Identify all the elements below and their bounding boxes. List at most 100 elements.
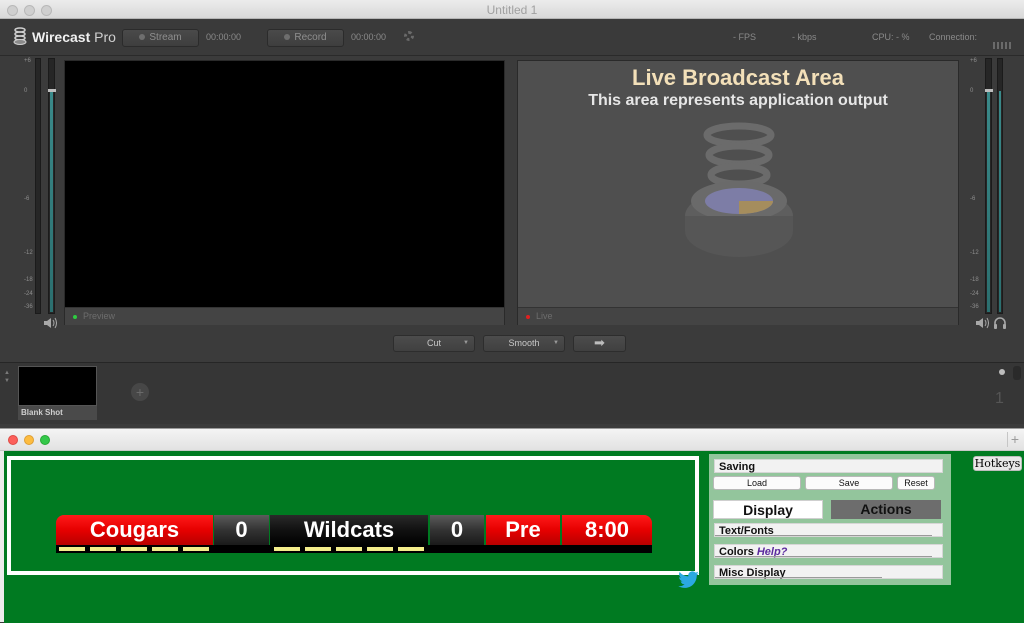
- layer-number: 1: [995, 390, 1004, 407]
- shot-thumbnail[interactable]: [18, 366, 97, 406]
- tab-actions[interactable]: Actions: [831, 500, 941, 519]
- record-button[interactable]: Record: [267, 29, 344, 47]
- app-logo-text: Wirecast Pro: [32, 29, 116, 45]
- home-timeout-indicator: [90, 547, 116, 551]
- home-timeout-indicator: [183, 547, 209, 551]
- wirecast-logo-icon: [13, 27, 27, 45]
- connection-label: Connection:: [929, 32, 978, 42]
- left-scale-label: -18: [24, 277, 33, 283]
- twitter-icon[interactable]: [678, 571, 700, 589]
- speaker-icon[interactable]: [975, 317, 989, 329]
- live-status-dot: [526, 314, 530, 319]
- right-audio-meter-1[interactable]: [985, 58, 993, 314]
- window-title: Untitled 1: [486, 3, 538, 17]
- colors-section[interactable]: Colors Help?: [714, 544, 943, 558]
- speaker-icon[interactable]: [43, 317, 57, 329]
- preview-pane: Preview: [64, 60, 505, 325]
- live-label: Live: [536, 311, 553, 321]
- right-meter-scale: +6 0 -6 -12 -18 -24 -36: [970, 58, 980, 313]
- zoom-window-button[interactable]: [40, 435, 50, 445]
- left-audio-meter-1: [35, 58, 41, 314]
- meter-level: [50, 91, 53, 312]
- shot-label[interactable]: Blank Shot: [18, 406, 97, 420]
- away-timeout-indicator: [398, 547, 424, 551]
- away-timeout-indicator: [367, 547, 393, 551]
- close-window-button[interactable]: [8, 435, 18, 445]
- misc-display-section[interactable]: Misc Display: [714, 565, 943, 579]
- away-timeout-indicator: [305, 547, 331, 551]
- scoreboard-body: Cougars 0 Wildcats 0 Pre 8:00 Saving Loa…: [4, 451, 1024, 623]
- away-score[interactable]: 0: [430, 515, 484, 545]
- home-timeout-indicator: [121, 547, 147, 551]
- left-scale-label: -24: [24, 291, 33, 297]
- shot-strip: ▲ ▼ Blank Shot + 1: [0, 362, 1024, 424]
- left-audio-meter-2[interactable]: [48, 58, 56, 314]
- layer-arrows-icon[interactable]: ▲ ▼: [4, 369, 10, 385]
- smooth-label: Smooth: [508, 338, 540, 348]
- left-scale-label: +6: [24, 58, 31, 64]
- preview-label: Preview: [83, 311, 116, 321]
- meter-level: [987, 91, 990, 312]
- toolbar: Wirecast Pro Stream 00:00:00 Record 00:0…: [0, 19, 1024, 56]
- live-broadcast-subtitle: This area represents application output: [588, 92, 888, 109]
- away-team-name[interactable]: Wildcats: [270, 515, 428, 545]
- home-timeout-indicator: [152, 547, 178, 551]
- right-scale-label: -24: [970, 291, 979, 297]
- stream-button[interactable]: Stream: [122, 29, 199, 47]
- hotkeys-button[interactable]: Hotkeys: [973, 456, 1022, 471]
- right-scale-label: -12: [970, 250, 979, 256]
- kbps-readout: - kbps: [792, 32, 817, 42]
- gear-icon[interactable]: [404, 31, 414, 41]
- right-scale-label: -6: [970, 196, 976, 202]
- home-timeout-indicator: [59, 547, 85, 551]
- record-status-icon: [284, 34, 291, 41]
- left-scale-label: 0: [24, 88, 28, 94]
- smooth-transition-dropdown[interactable]: Smooth ▼: [483, 335, 565, 352]
- fps-readout: - FPS: [733, 32, 757, 42]
- right-scale-label: -18: [970, 277, 979, 283]
- stream-button-label: Stream: [149, 32, 182, 43]
- live-pane: Live Broadcast Area This area represents…: [517, 60, 959, 325]
- text-fonts-section[interactable]: Text/Fonts: [714, 523, 943, 537]
- cpu-readout: CPU: - %: [872, 32, 910, 42]
- home-team-name[interactable]: Cougars: [56, 515, 213, 545]
- volume-slider-thumb[interactable]: [985, 89, 993, 92]
- right-scale-label: -36: [970, 304, 979, 310]
- save-button[interactable]: Save: [805, 476, 893, 490]
- go-transition-button[interactable]: ➡: [573, 335, 626, 352]
- scoreboard-window: + Cougars 0 Wildcats 0 Pre 8:00 Saving L…: [0, 428, 1024, 623]
- minimize-window-button[interactable]: [24, 435, 34, 445]
- shot-strip-scrollbar[interactable]: [1013, 366, 1021, 380]
- record-button-label: Record: [294, 32, 327, 43]
- record-time: 00:00:00: [351, 32, 387, 42]
- right-scale-label: +6: [970, 58, 977, 64]
- meter-level: [999, 91, 1001, 312]
- headphones-icon[interactable]: [993, 316, 1007, 329]
- cut-transition-dropdown[interactable]: Cut ▼: [393, 335, 475, 352]
- wirecast-watermark-icon: [685, 122, 793, 257]
- arrow-right-icon: ➡: [594, 335, 605, 350]
- home-score[interactable]: 0: [214, 515, 269, 545]
- period-display[interactable]: Pre: [486, 515, 560, 545]
- preview-screen[interactable]: [65, 61, 504, 307]
- tab-display[interactable]: Display: [713, 500, 823, 519]
- chevron-down-icon: ▼: [553, 340, 559, 346]
- right-scale-label: 0: [970, 88, 974, 94]
- chevron-down-icon: ▼: [463, 340, 469, 346]
- window-titlebar: Untitled 1: [0, 0, 1024, 19]
- live-status-bar: Live: [518, 307, 958, 325]
- reset-button[interactable]: Reset: [897, 476, 935, 490]
- game-clock[interactable]: 8:00: [562, 515, 652, 545]
- preview-status-bar: Preview: [65, 307, 504, 325]
- left-meter-scale: +6 0 -6 -12 -18 -24 -36: [24, 58, 33, 313]
- cut-label: Cut: [426, 338, 441, 348]
- live-broadcast-title: Live Broadcast Area: [632, 65, 844, 90]
- volume-slider-thumb[interactable]: [48, 89, 56, 92]
- load-button[interactable]: Load: [713, 476, 801, 490]
- away-timeout-indicator: [274, 547, 300, 551]
- live-screen[interactable]: Live Broadcast Area This area represents…: [518, 61, 958, 307]
- add-shot-icon[interactable]: +: [131, 383, 149, 401]
- add-tab-icon[interactable]: +: [1007, 432, 1022, 447]
- app-name: Wirecast: [32, 29, 91, 45]
- connection-bars-icon: [993, 36, 1013, 49]
